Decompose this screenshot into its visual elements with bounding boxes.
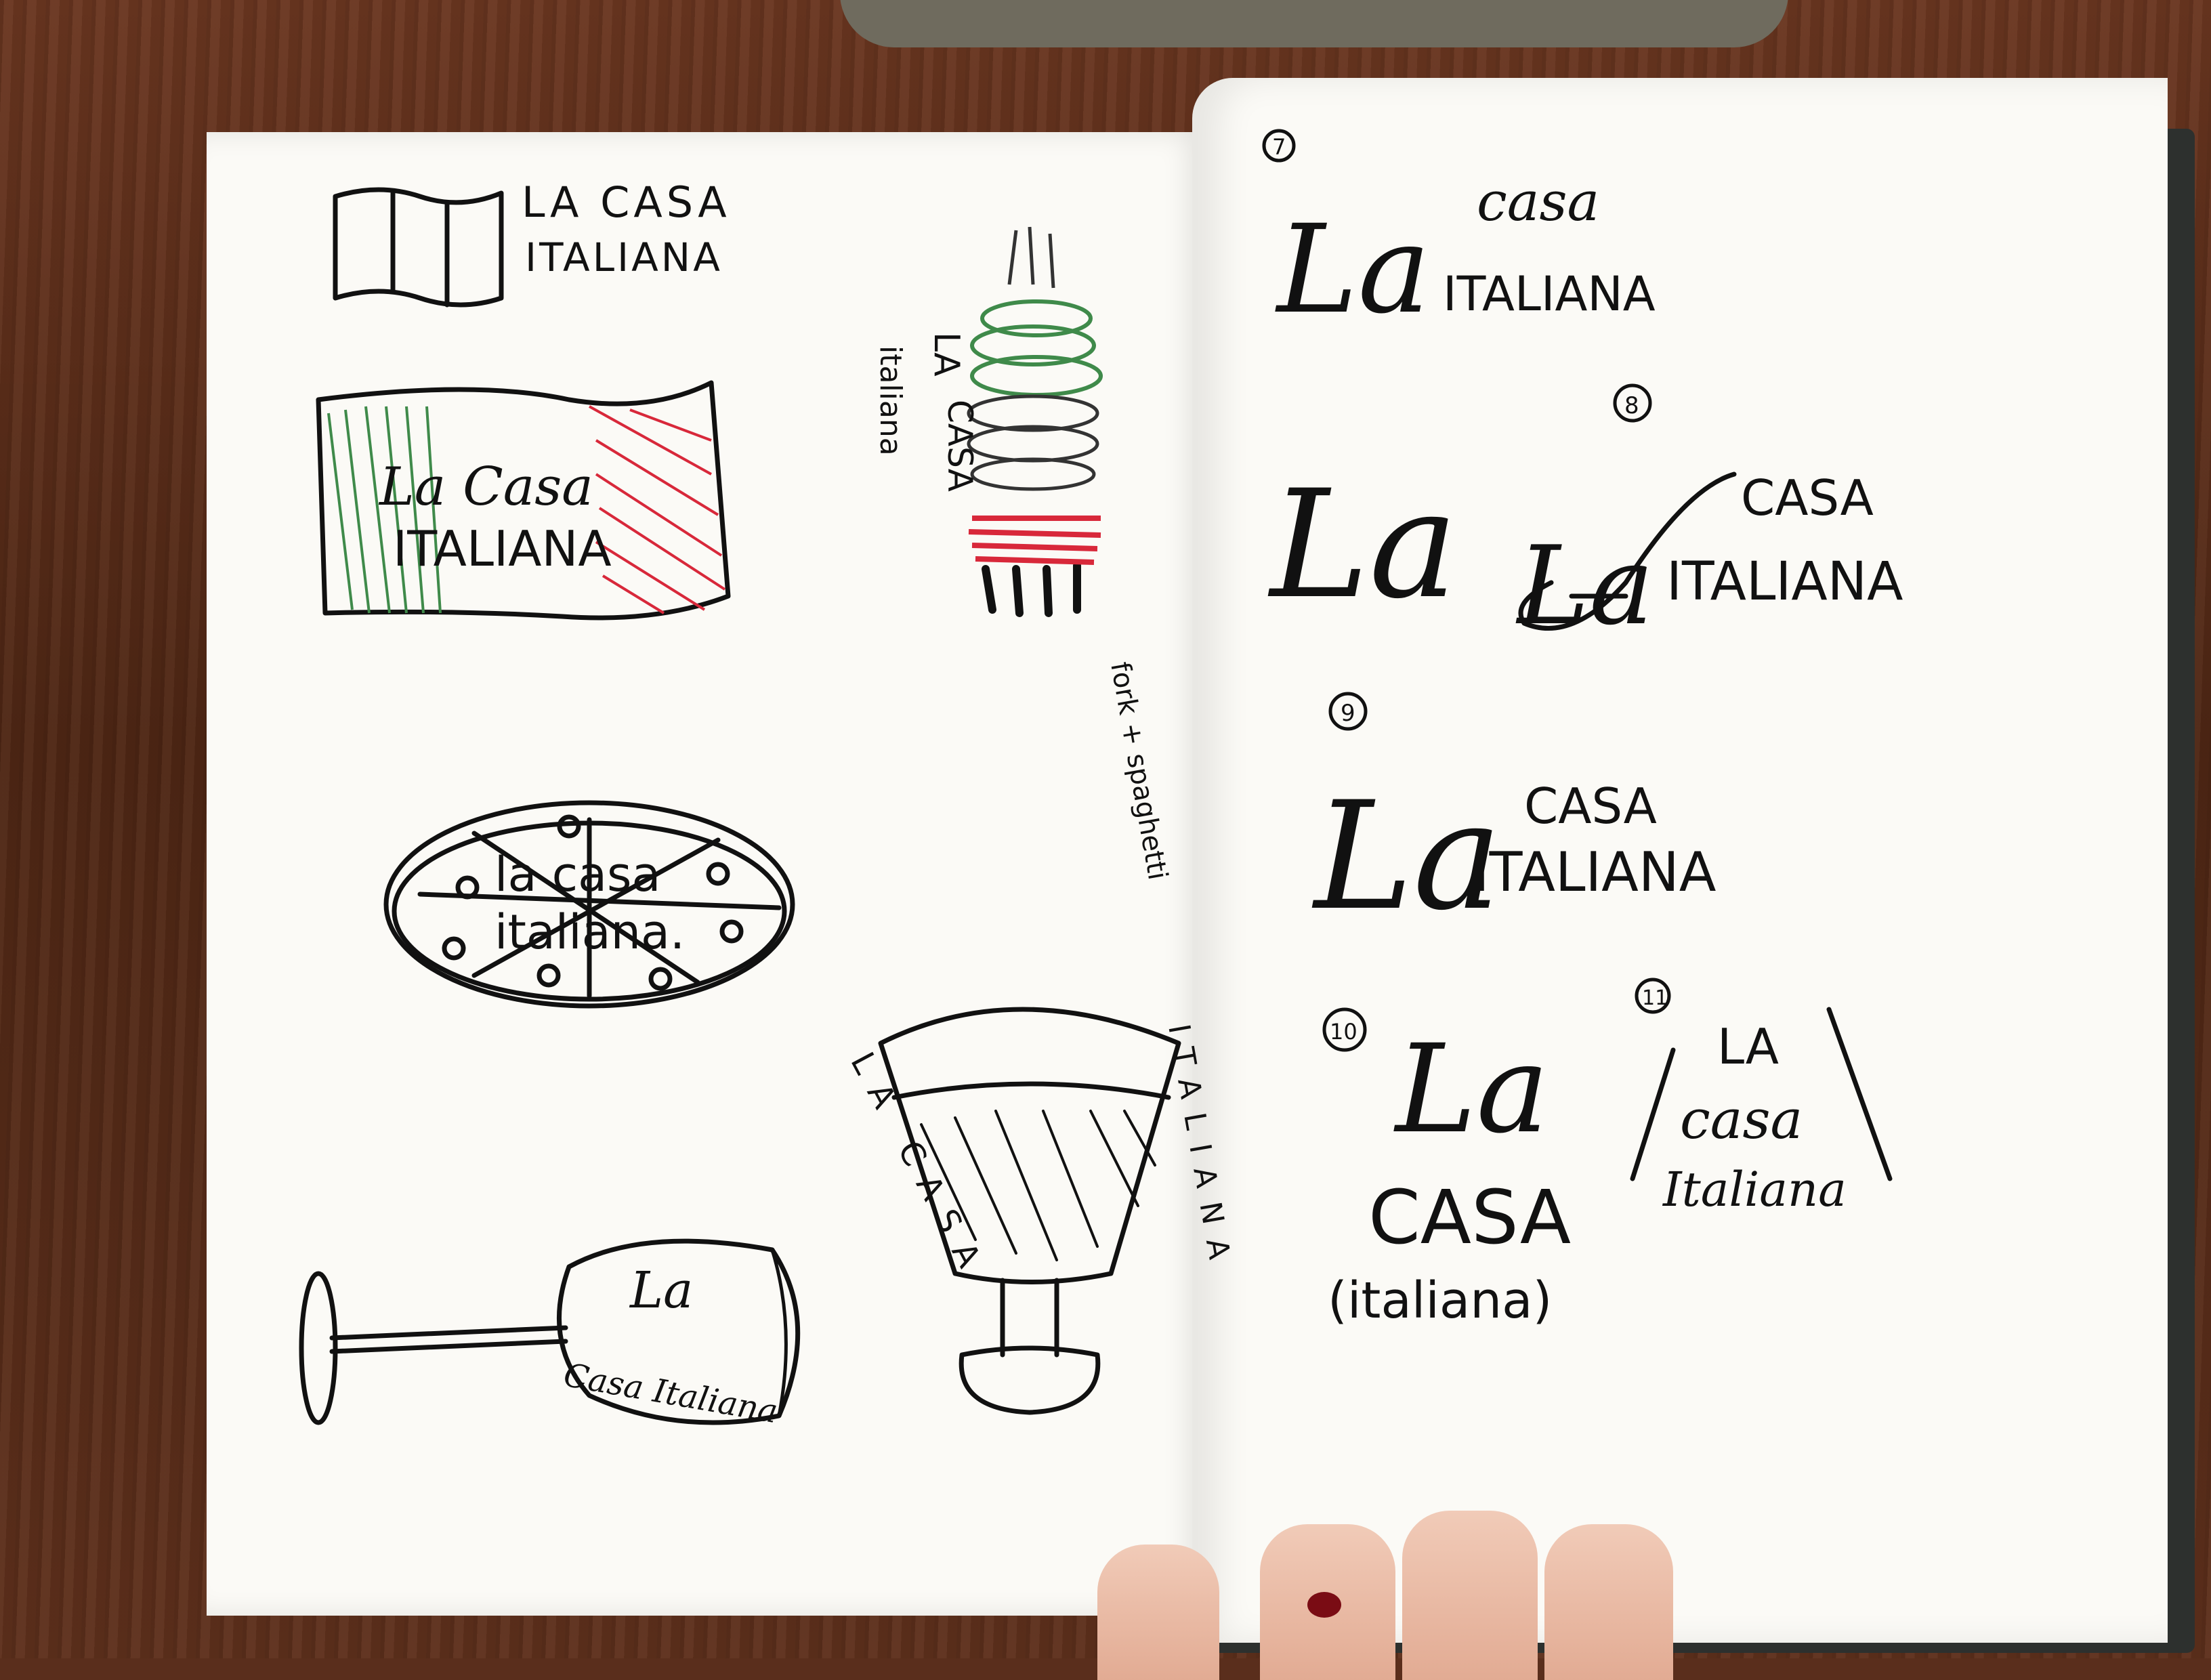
pizza-line1: la casa <box>494 847 660 902</box>
concept9-italiana: ITALIANA <box>1473 841 1717 904</box>
concept7-casa: casa <box>1477 170 1599 233</box>
painted-nail <box>1307 1592 1341 1618</box>
concept7-la: La <box>1275 199 1431 341</box>
fork-note: fork + spaghetti <box>1104 660 1173 883</box>
fork-icon <box>982 562 1081 617</box>
concept10-number: 10 <box>1330 1019 1357 1045</box>
sketch2-line1: La Casa <box>378 457 593 518</box>
concept8-number: 8 <box>1624 392 1639 419</box>
concept10-italiana: (italiana) <box>1328 1272 1552 1330</box>
pizza-line2: italiana. <box>494 904 685 960</box>
concept10-casa: CASA <box>1368 1174 1571 1261</box>
glass-left-text: LA CASA <box>843 1046 995 1288</box>
concept7-italiana: ITALIANA <box>1443 266 1656 322</box>
map-icon <box>333 187 504 308</box>
glass-right-text: ITALIANA <box>1161 1022 1239 1276</box>
concept7-number: 7 <box>1272 134 1286 160</box>
concept11-italiana: Italiana <box>1662 1162 1847 1217</box>
spaghetti-red <box>968 516 1101 565</box>
finger-1 <box>1097 1545 1219 1680</box>
concept9-number: 9 <box>1341 700 1355 727</box>
finger-3 <box>1402 1511 1538 1680</box>
fork-letters-casa: CASA <box>940 400 980 492</box>
fork-italiana: italiana <box>873 345 908 456</box>
concept9-casa: CASA <box>1524 778 1657 835</box>
concept8b-la: La <box>1515 522 1654 649</box>
sketches: LA CASA ITALIANA La Casa ITALIANA LA CAS… <box>299 129 1903 1431</box>
concept8a-la: La <box>1267 458 1458 631</box>
sketch1-line1: LA CASA <box>522 177 731 227</box>
concept10-la: La <box>1393 1019 1549 1160</box>
concept8b-italiana: ITALIANA <box>1666 551 1903 612</box>
wineglass-line1: La <box>629 1261 693 1320</box>
flag-red-hatch <box>589 405 726 614</box>
finger-4 <box>1544 1524 1673 1680</box>
sketch1-line2: ITALIANA <box>525 234 723 280</box>
fork-letters-la: LA <box>926 332 967 377</box>
sketch2-line2: ITALIANA <box>393 520 612 577</box>
concept11-number: 11 <box>1642 986 1668 1010</box>
concept11-la: LA <box>1717 1018 1779 1075</box>
concept8b-casa: CASA <box>1741 469 1874 526</box>
concept11-casa: casa <box>1680 1088 1803 1151</box>
spaghetti-green <box>970 299 1103 397</box>
